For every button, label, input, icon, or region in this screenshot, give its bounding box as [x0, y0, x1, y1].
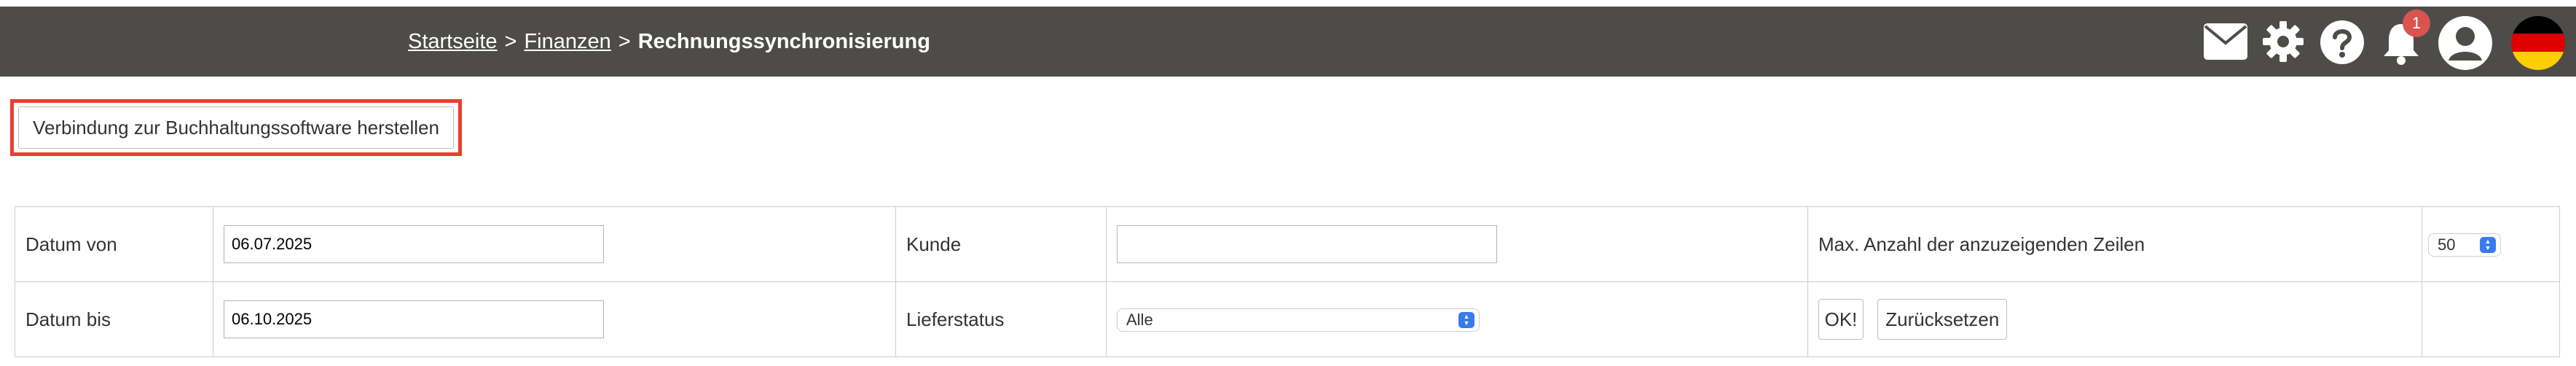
delivery-status-value: Alle — [1126, 310, 1153, 329]
max-rows-select[interactable]: 50 ▲ ▼ — [2428, 233, 2501, 257]
filter-table: Datum von Kunde Max. Anzahl der anzuzeig… — [15, 206, 2560, 357]
filter-cell: OK! Zurücksetzen — [1807, 281, 2422, 357]
user-icon[interactable] — [2438, 15, 2493, 71]
help-icon[interactable] — [2320, 20, 2365, 65]
select-arrow-icon: ▲ ▼ — [2480, 236, 2496, 253]
customer-input[interactable] — [1117, 225, 1497, 263]
date-from-input[interactable] — [224, 225, 604, 263]
date-from-label: Datum von — [25, 233, 117, 255]
filter-cell — [213, 206, 896, 282]
german-flag-icon[interactable] — [2510, 15, 2566, 71]
delivery-status-label: Lieferstatus — [906, 308, 1005, 330]
connect-accounting-software-button[interactable]: Verbindung zur Buchhaltungssoftware hers… — [18, 106, 454, 149]
ok-button[interactable]: OK! — [1818, 299, 1864, 340]
filter-cell: Lieferstatus — [895, 281, 1107, 357]
date-to-input[interactable] — [224, 300, 604, 338]
filter-cell: 50 ▲ ▼ — [2422, 206, 2560, 282]
delivery-status-select[interactable]: Alle ▲ ▼ — [1117, 308, 1480, 332]
filter-cell: Datum von — [15, 206, 213, 282]
connect-button-highlight: Verbindung zur Buchhaltungssoftware hers… — [10, 99, 462, 156]
filter-cell — [2422, 281, 2560, 357]
date-to-label: Datum bis — [25, 308, 111, 330]
filter-cell: Max. Anzahl der anzuzeigenden Zeilen — [1807, 206, 2422, 282]
top-strip — [0, 0, 2576, 7]
filter-cell: Kunde — [895, 206, 1107, 282]
gear-icon[interactable] — [2261, 20, 2305, 63]
filter-cell — [213, 281, 896, 357]
top-navbar: Startseite > Finanzen > Rechnungssynchro… — [0, 7, 2576, 77]
reset-button[interactable]: Zurücksetzen — [1877, 299, 2008, 340]
notification-badge: 1 — [2403, 9, 2430, 37]
mail-icon[interactable] — [2203, 23, 2248, 61]
customer-label: Kunde — [906, 233, 962, 255]
select-arrow-icon: ▲ ▼ — [1458, 311, 1474, 328]
filter-row: Datum bis Lieferstatus Alle ▲▼ OK! Zurüc… — [15, 281, 2560, 357]
filter-cell: Alle ▲ ▼ — [1106, 281, 1808, 357]
filter-cell — [1106, 206, 1808, 282]
max-rows-value: 50 — [2438, 235, 2456, 254]
max-rows-label: Max. Anzahl der anzuzeigenden Zeilen — [1818, 233, 2145, 255]
filter-row: Datum von Kunde Max. Anzahl der anzuzeig… — [15, 206, 2560, 282]
header-icon-bar: 1 — [0, 7, 2576, 77]
filter-cell: Datum bis — [15, 281, 213, 357]
